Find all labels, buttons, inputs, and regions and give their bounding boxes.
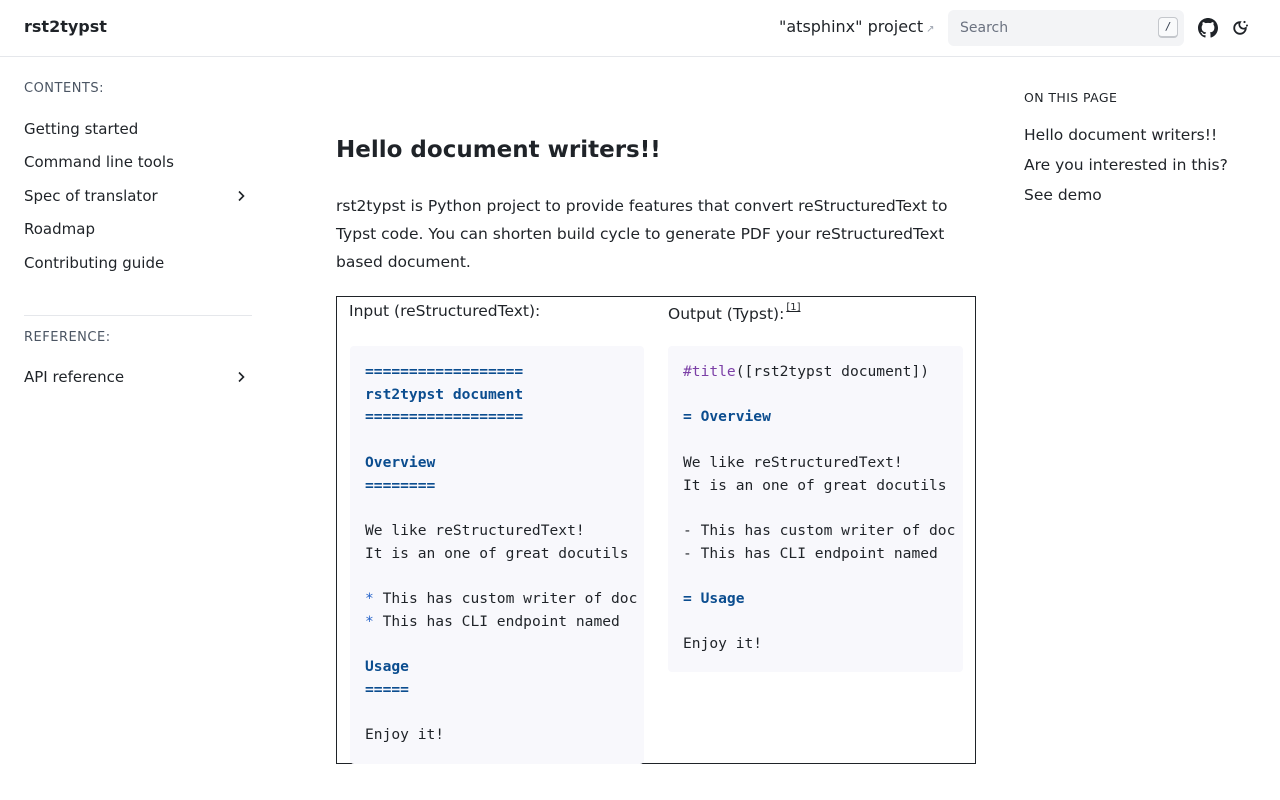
sidebar-item-label[interactable]: Roadmap [24,220,95,238]
external-link-icon: ↗ [926,24,935,35]
input-code-block: ================== rst2typst document ====… [350,346,644,764]
input-code-line: Usage [365,658,409,676]
reference-caption: REFERENCE: [24,330,111,345]
sidebar-item-api-reference[interactable]: API reference [24,363,252,391]
top-header: rst2typst "atsphinx" project↗ / [0,0,1280,57]
bullet-token: * [365,612,374,630]
input-code-line: Enjoy it! [365,726,445,744]
function-token: #title [683,363,736,380]
sidebar-item-getting-started[interactable]: Getting started [24,115,252,143]
sidebar-item-roadmap[interactable]: Roadmap [24,215,252,243]
toc-caption: ON THIS PAGE [1024,90,1118,105]
toc-item-see-demo[interactable]: See demo [1024,186,1102,204]
input-code-line: * This has CLI endpoint named [365,612,620,630]
toc-item-interested[interactable]: Are you interested in this? [1024,156,1228,174]
output-code-block: #title([rst2typst document]) = Overview We… [668,346,963,672]
input-code-line: It is an one of great docutils [365,544,629,562]
demo-table: Input (reStructuredText): Output (Typst)… [336,296,976,764]
output-column-label: Output (Typst): [1] [668,302,800,323]
chevron-right-icon[interactable] [234,189,248,203]
input-code-line: ================== [365,363,524,380]
theme-toggle-icon[interactable] [1230,18,1250,38]
sidebar-item-label[interactable]: Spec of translator [24,187,158,205]
output-code-line: - This has custom writer of doc [683,521,956,539]
bullet-token: * [365,590,374,607]
output-label-text: Output (Typst): [668,305,785,323]
input-code-line: * This has custom writer of doc [365,590,638,607]
sidebar-item-label[interactable]: Getting started [24,120,138,138]
output-code-line: = Usage [683,590,745,607]
output-code-line: Enjoy it! [683,635,763,653]
input-code-line: ===== [365,680,409,698]
sidebar-item-command-line-tools[interactable]: Command line tools [24,148,252,176]
input-code-line: ================== [365,408,524,426]
intro-paragraph: rst2typst is Python project to provide f… [336,197,948,271]
github-icon[interactable] [1198,18,1218,38]
output-code-line: It is an one of great docutils [683,476,947,494]
contents-caption: CONTENTS: [24,81,104,96]
search-box[interactable]: / [948,10,1184,46]
search-shortcut-key: / [1158,17,1178,38]
site-brand[interactable]: rst2typst [24,17,107,36]
output-code-line: We like reStructuredText! [683,453,903,471]
output-code-line: = Overview [683,408,771,426]
output-code-line: #title([rst2typst document]) [683,363,930,380]
sidebar-item-label[interactable]: Command line tools [24,153,174,171]
toc-item-hello[interactable]: Hello document writers!! [1024,126,1217,144]
input-code-line: ======== [365,476,436,494]
sidebar-divider [24,315,252,316]
input-code-line: Overview [365,453,436,471]
sidebar-item-contributing-guide[interactable]: Contributing guide [24,249,252,277]
sidebar-item-label[interactable]: API reference [24,368,124,386]
output-code-line: - This has CLI endpoint named [683,544,938,562]
input-column-label: Input (reStructuredText): [349,302,541,320]
footnote-link[interactable]: [1] [786,302,800,313]
input-code-line: rst2typst document [365,385,524,403]
input-code-line: We like reStructuredText! [365,521,585,539]
search-input[interactable] [948,10,1148,46]
project-link[interactable]: "atsphinx" project ↗ [779,17,935,36]
sidebar-item-spec-of-translator[interactable]: Spec of translator [24,182,252,210]
sidebar-item-label[interactable]: Contributing guide [24,254,164,272]
chevron-right-icon[interactable] [234,370,248,384]
page-heading: Hello document writers!! [336,137,661,163]
project-link-label[interactable]: "atsphinx" project [779,17,923,36]
